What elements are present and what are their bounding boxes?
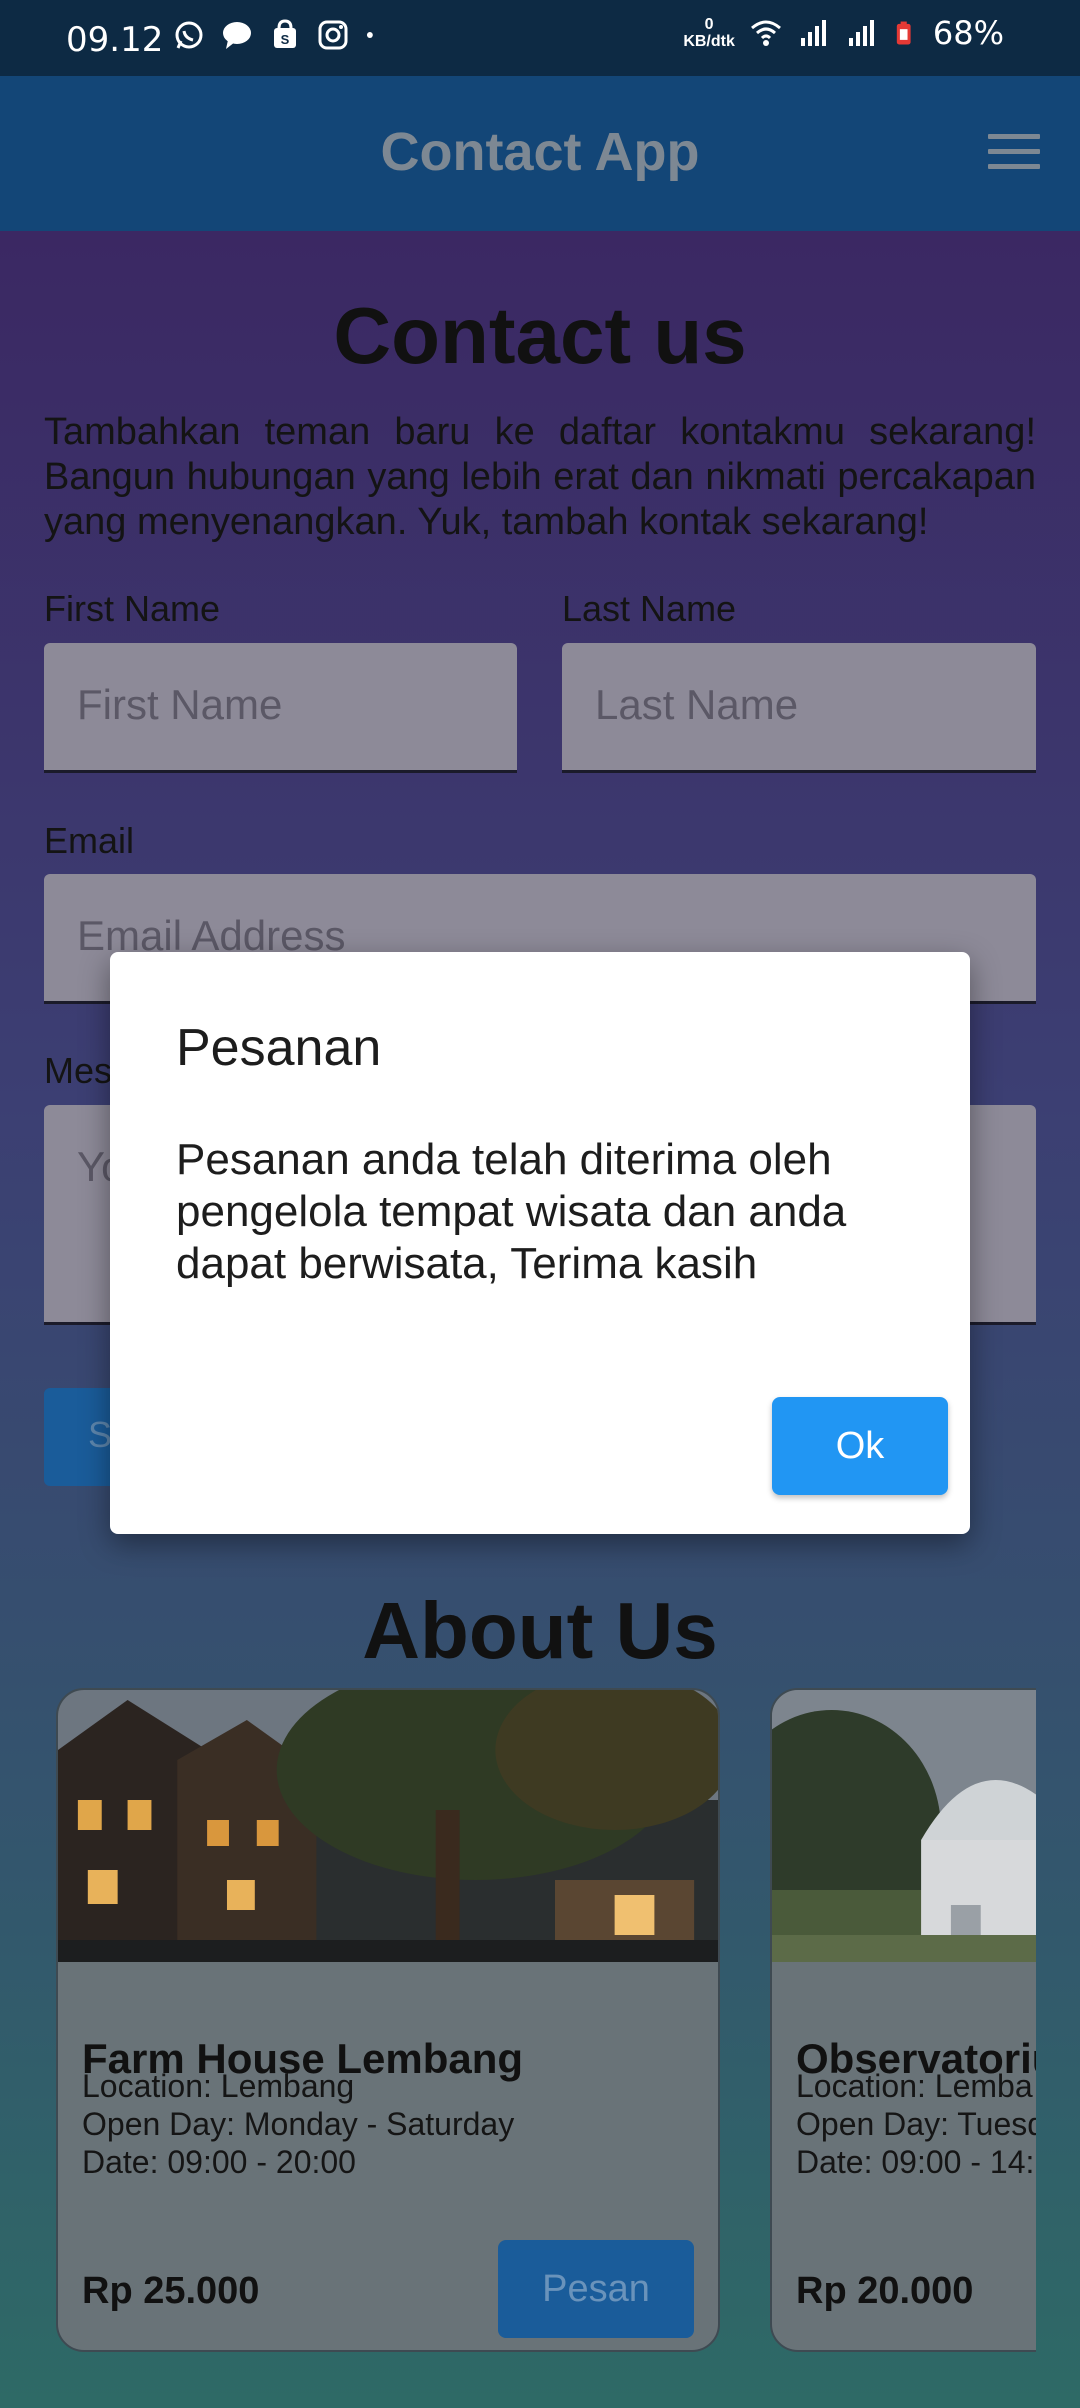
ok-button-label: Ok [835, 1425, 885, 1467]
dialog-title: Pesanan [176, 1019, 382, 1077]
ok-button[interactable]: Ok [772, 1397, 948, 1495]
dialog-message: Pesanan anda telah diterima oleh pengelo… [176, 1135, 847, 1288]
order-confirmation-dialog: Pesanan Pesanan anda telah diterima oleh… [110, 952, 970, 1534]
